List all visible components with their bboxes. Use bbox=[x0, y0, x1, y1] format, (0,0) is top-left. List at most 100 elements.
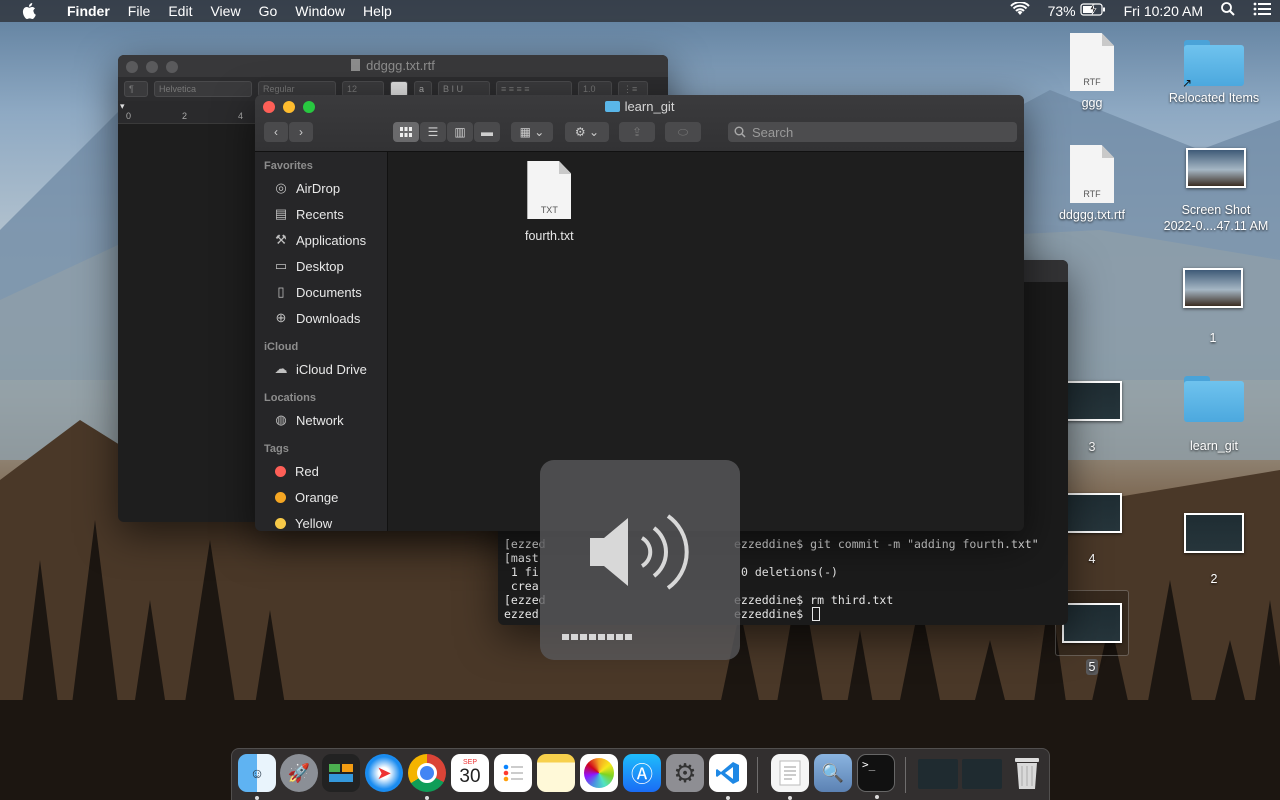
wifi-icon[interactable] bbox=[1001, 0, 1039, 22]
battery-charging-icon[interactable] bbox=[1078, 0, 1115, 22]
sidebar-header-tags: Tags bbox=[264, 443, 289, 455]
tag-color-dot bbox=[275, 491, 286, 503]
zoom-button[interactable] bbox=[166, 61, 178, 73]
notification-center-icon[interactable] bbox=[1244, 0, 1280, 22]
forward-button[interactable]: › bbox=[289, 122, 313, 142]
desktop-icon-screenshot[interactable]: Screen Shot 2022-0....47.11 AM bbox=[1156, 148, 1276, 234]
sidebar-tag-yellow[interactable]: Yellow bbox=[255, 510, 387, 531]
screenshot-thumbnail bbox=[1062, 603, 1122, 643]
desktop-icon-learn-git[interactable]: learn_git bbox=[1154, 376, 1274, 454]
safari-dock-icon[interactable]: ➤ bbox=[365, 754, 403, 792]
launchpad-dock-icon[interactable]: 🚀 bbox=[280, 754, 318, 792]
battery-percent[interactable]: 73% bbox=[1039, 0, 1078, 22]
calendar-dock-icon[interactable]: SEP 30 bbox=[451, 754, 489, 792]
vscode-dock-icon[interactable] bbox=[709, 754, 747, 800]
font-family-select[interactable]: Helvetica bbox=[154, 81, 252, 97]
textedit-titlebar[interactable]: ddggg.txt.rtf bbox=[118, 55, 668, 77]
desktop-icon-ggg[interactable]: RTF ggg bbox=[1032, 33, 1152, 111]
apple-menu-icon[interactable] bbox=[0, 3, 58, 19]
left-indent-marker[interactable]: ▾ bbox=[120, 101, 125, 112]
sidebar-item-icloud-drive[interactable]: ☁ iCloud Drive bbox=[255, 356, 387, 382]
photos-dock-icon[interactable] bbox=[580, 754, 618, 792]
list-view-button[interactable]: ☰ bbox=[420, 122, 446, 142]
menu-app-name[interactable]: Finder bbox=[58, 0, 119, 22]
volume-segment bbox=[580, 634, 587, 640]
chrome-dock-icon[interactable] bbox=[408, 754, 446, 800]
paragraph-style-button[interactable]: ¶ bbox=[124, 81, 148, 97]
action-menu-button[interactable]: ⚙ ⌄ bbox=[565, 122, 609, 142]
sidebar-item-label: Yellow bbox=[295, 515, 333, 531]
sidebar-item-airdrop[interactable]: ◎ AirDrop bbox=[255, 175, 387, 201]
rtf-document-icon: RTF bbox=[1070, 33, 1114, 91]
finder-dock-icon[interactable]: ☺ bbox=[238, 754, 276, 800]
list-view-icon: ☰ bbox=[427, 125, 439, 139]
file-item-fourth-txt[interactable]: TXT fourth.txt bbox=[525, 161, 574, 243]
running-indicator bbox=[788, 796, 792, 800]
clock[interactable]: Fri 10:20 AM bbox=[1115, 0, 1212, 22]
volume-segment bbox=[625, 634, 632, 640]
share-button[interactable]: ⇪ bbox=[619, 122, 655, 142]
tags-button[interactable]: ⬭ bbox=[665, 122, 701, 142]
menu-view[interactable]: View bbox=[201, 0, 249, 22]
back-button[interactable]: ‹ bbox=[264, 122, 288, 142]
mission-control-dock-icon[interactable] bbox=[322, 754, 360, 792]
close-button[interactable] bbox=[126, 61, 138, 73]
minimized-window-thumbnail[interactable] bbox=[962, 759, 1002, 789]
terminal-line: ezzeddine$ rm third.txt bbox=[734, 593, 894, 607]
textedit-dock-icon[interactable] bbox=[771, 754, 809, 800]
desktop-icon-relocated-items[interactable]: ↗ Relocated Items bbox=[1154, 40, 1274, 106]
volume-segment bbox=[589, 634, 596, 640]
search-field[interactable]: Search bbox=[728, 122, 1017, 142]
desktop-icon-2[interactable]: 2 bbox=[1154, 513, 1274, 587]
desktop-icon-ddggg[interactable]: RTF ddggg.txt.rtf bbox=[1032, 145, 1152, 223]
reminders-dock-icon[interactable] bbox=[494, 754, 532, 792]
sidebar-item-network[interactable]: ◍ Network bbox=[255, 407, 387, 433]
folder-icon: ↗ bbox=[1182, 40, 1244, 90]
notes-dock-icon[interactable] bbox=[537, 754, 575, 792]
sidebar-item-applications[interactable]: ⚒ Applications bbox=[255, 227, 387, 253]
minimized-window-thumbnail[interactable] bbox=[918, 759, 958, 789]
sidebar-tag-orange[interactable]: Orange bbox=[255, 484, 387, 510]
volume-segment bbox=[598, 634, 605, 640]
sidebar-item-desktop[interactable]: ▭ Desktop bbox=[255, 253, 387, 279]
desktop-icon-1[interactable]: 1 bbox=[1153, 268, 1273, 346]
minimize-button[interactable] bbox=[146, 61, 158, 73]
terminal-line: 1 fi bbox=[504, 565, 539, 579]
sidebar-tag-red[interactable]: Red bbox=[255, 458, 387, 484]
file-name: fourth.txt bbox=[525, 229, 574, 243]
gallery-view-icon: ▬ bbox=[481, 125, 493, 139]
screenshot-thumbnail bbox=[1184, 513, 1244, 553]
menu-edit[interactable]: Edit bbox=[159, 0, 201, 22]
dock-separator bbox=[757, 757, 758, 793]
column-view-button[interactable]: ▥ bbox=[447, 122, 473, 142]
sidebar-item-downloads[interactable]: ⊕ Downloads bbox=[255, 305, 387, 331]
folder-icon bbox=[1184, 376, 1244, 422]
sidebar-item-documents[interactable]: ▯ Documents bbox=[255, 279, 387, 305]
group-icon: ▦ ⌄ bbox=[519, 125, 545, 139]
sidebar-item-label: Red bbox=[295, 463, 319, 479]
chevron-left-icon: ‹ bbox=[274, 125, 278, 139]
menu-file[interactable]: File bbox=[119, 0, 160, 22]
menu-help[interactable]: Help bbox=[354, 0, 401, 22]
app-store-dock-icon[interactable]: Ⓐ bbox=[623, 754, 661, 792]
sidebar-item-label: Recents bbox=[296, 206, 344, 222]
gallery-view-button[interactable]: ▬ bbox=[474, 122, 500, 142]
icon-view-button[interactable] bbox=[393, 122, 419, 142]
icon-view-icon bbox=[400, 127, 412, 137]
window-title: learn_git bbox=[624, 99, 675, 114]
system-preferences-dock-icon[interactable]: ⚙ bbox=[666, 754, 704, 792]
menu-window[interactable]: Window bbox=[286, 0, 354, 22]
finder-toolbar[interactable]: learn_git ‹ › ☰ ▥ ▬ ▦ ⌄ ⚙ ⌄ ⇪ ⬭ Search bbox=[255, 95, 1024, 152]
running-indicator bbox=[425, 796, 429, 800]
ruler-mark: 4 bbox=[238, 111, 244, 121]
preview-dock-icon[interactable]: 🔍 bbox=[814, 754, 852, 792]
terminal-dock-icon[interactable]: >_ bbox=[857, 754, 895, 799]
menu-go[interactable]: Go bbox=[250, 0, 287, 22]
spotlight-search-icon[interactable] bbox=[1212, 0, 1244, 22]
volume-segment bbox=[607, 634, 614, 640]
sidebar-item-recents[interactable]: ▤ Recents bbox=[255, 201, 387, 227]
folder-icon bbox=[604, 101, 620, 112]
desktop-wallpaper: Finder File Edit View Go Window Help 73%… bbox=[0, 0, 1280, 800]
trash-dock-icon[interactable] bbox=[1008, 754, 1046, 792]
group-by-button[interactable]: ▦ ⌄ bbox=[511, 122, 553, 142]
